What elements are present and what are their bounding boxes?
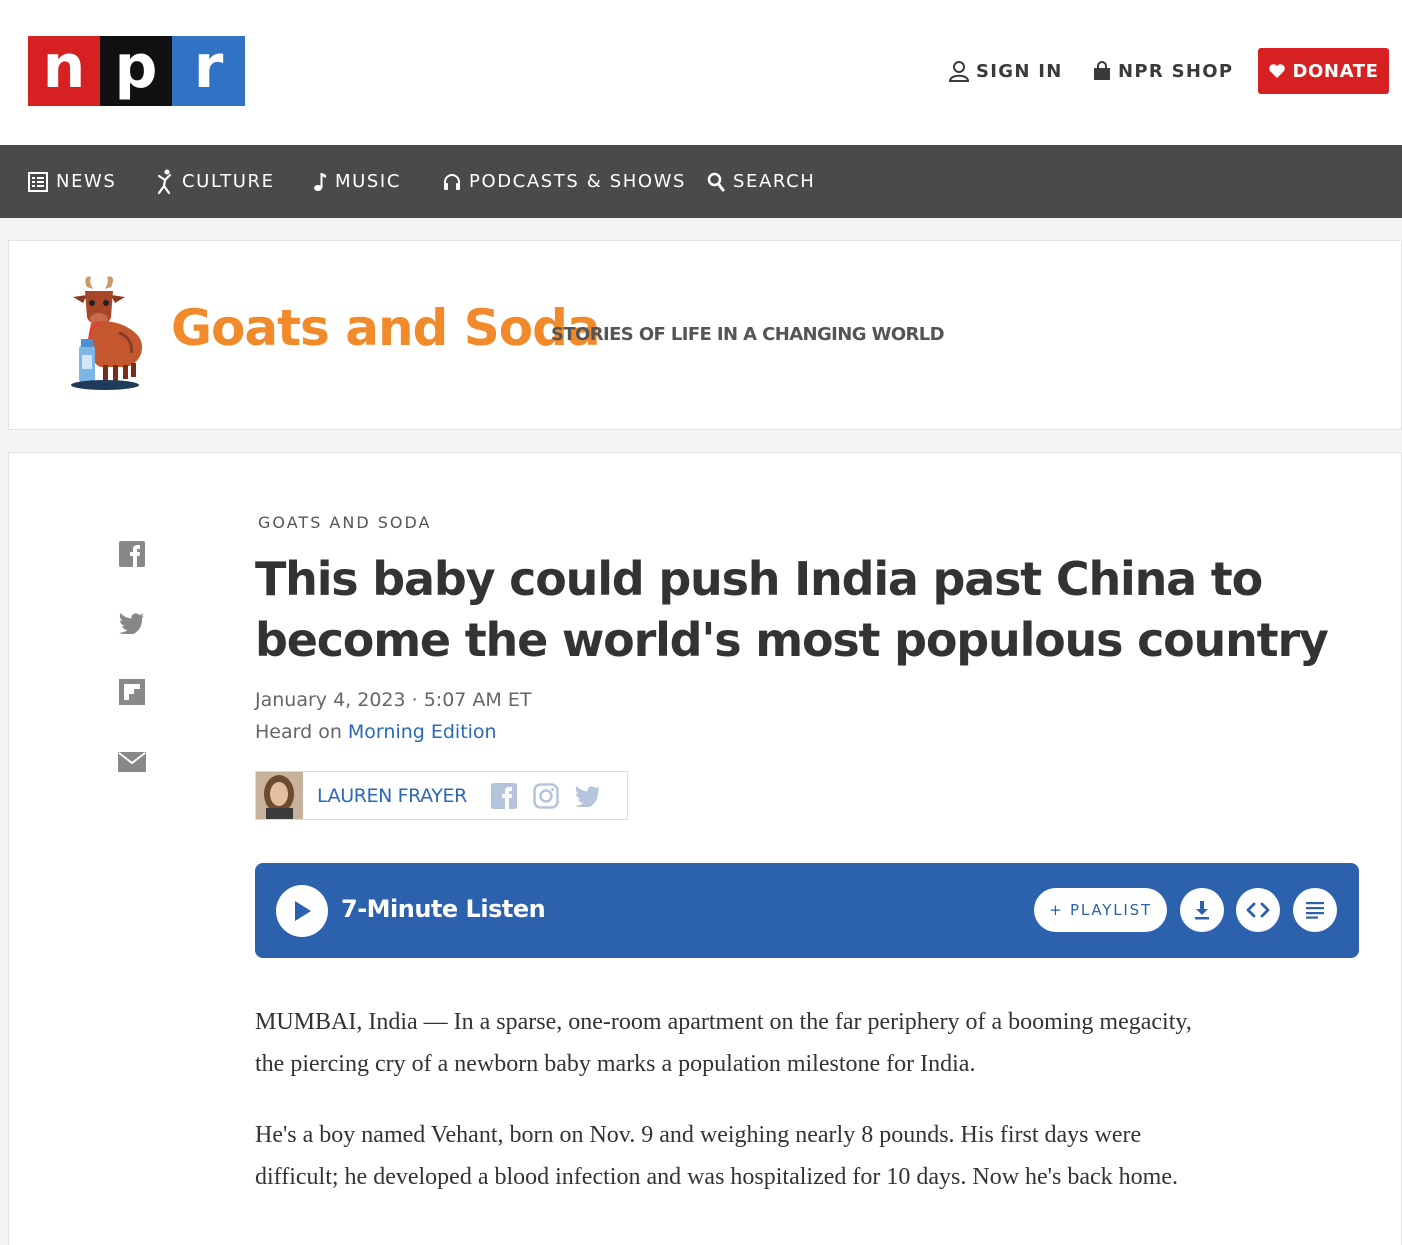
nav-news-label: NEWS [56,171,117,192]
flipboard-icon [119,679,145,705]
logo-letter-r: r [172,36,245,106]
share-facebook[interactable] [117,539,147,569]
music-note-icon [314,172,326,191]
instagram-icon [533,782,559,809]
transcript-icon [1306,902,1324,919]
shop-label: NPR SHOP [1118,60,1234,82]
site-header: n p r SIGN IN NPR SHOP DONATE [0,0,1402,145]
npr-logo[interactable]: n p r [28,36,245,106]
article-date: January 4, 2023 · 5:07 AM ET [255,689,532,711]
sign-in-link[interactable]: SIGN IN [948,48,1063,94]
play-button[interactable] [276,885,328,937]
logo-letter-n: n [28,36,100,106]
twitter-icon [575,785,600,807]
brand-title: Goats and Soda [171,299,601,357]
author-byline: LAUREN FRAYER [255,771,628,820]
author-name-link[interactable]: LAUREN FRAYER [317,785,467,807]
morning-edition-link[interactable]: Morning Edition [348,721,497,743]
sign-in-label: SIGN IN [976,60,1063,82]
email-icon [118,752,146,772]
transcript-button[interactable] [1293,888,1337,932]
facebook-icon [490,782,517,809]
facebook-icon [119,541,145,567]
share-flipboard[interactable] [117,677,147,707]
article-slug[interactable]: GOATS AND SODA [258,513,431,532]
nav-item-culture[interactable]: CULTURE [156,145,275,218]
author-facebook-link[interactable] [490,782,517,809]
embed-button[interactable] [1236,888,1280,932]
heart-icon [1269,64,1286,78]
donate-button[interactable]: DONATE [1258,48,1389,94]
download-icon [1195,901,1209,920]
share-twitter[interactable] [117,608,147,638]
nav-item-news[interactable]: NEWS [28,145,116,218]
author-photo-icon [256,772,303,819]
article-paragraph: MUMBAI, India — In a sparse, one-room ap… [255,1009,1192,1077]
add-to-playlist-button[interactable]: + PLAYLIST [1034,888,1167,932]
article-headline: This baby could push India past China to… [255,552,1329,667]
culture-icon [157,169,172,194]
goat-mascot-icon [71,276,143,390]
audio-player: 7-Minute Listen + PLAYLIST [255,863,1359,958]
heard-on: Heard on Morning Edition [255,721,497,743]
share-email[interactable] [117,747,147,777]
author-avatar[interactable] [256,772,303,819]
brand-banner[interactable]: Goats and Soda STORIES OF LIFE IN A CHAN… [8,240,1402,430]
twitter-icon [119,613,144,634]
nav-item-search[interactable]: SEARCH [707,145,815,218]
search-icon [707,172,725,191]
heard-on-prefix: Heard on [255,721,348,743]
donate-label: DONATE [1292,60,1379,82]
nav-podcasts-label: PODCASTS & SHOWS [469,171,687,192]
logo-letter-p: p [100,36,172,106]
main-nav: NEWS CULTURE MUSIC PODCASTS & SHOWS SEAR… [0,145,1402,218]
author-twitter-link[interactable] [575,785,601,807]
play-icon [295,901,311,921]
brand-tagline: STORIES OF LIFE IN A CHANGING WORLD [551,324,945,345]
article-card: GOATS AND SODA This baby could push Indi… [8,452,1402,1245]
embed-code-icon [1246,902,1270,918]
nav-item-podcasts[interactable]: PODCASTS & SHOWS [443,145,686,218]
npr-shop-link[interactable]: NPR SHOP [1092,48,1233,94]
nav-search-label: SEARCH [733,171,816,192]
headphones-icon [444,173,460,190]
user-icon [948,61,970,82]
nav-music-label: MUSIC [335,171,402,192]
news-icon [28,171,48,192]
nav-culture-label: CULTURE [182,171,275,192]
shopping-bag-icon [1094,61,1110,80]
download-button[interactable] [1180,888,1224,932]
article-paragraph: He's a boy named Vehant, born on Nov. 9 … [255,1122,1178,1190]
author-instagram-link[interactable] [533,782,559,809]
nav-item-music[interactable]: MUSIC [313,145,401,218]
listen-duration-label: 7-Minute Listen [341,895,546,923]
